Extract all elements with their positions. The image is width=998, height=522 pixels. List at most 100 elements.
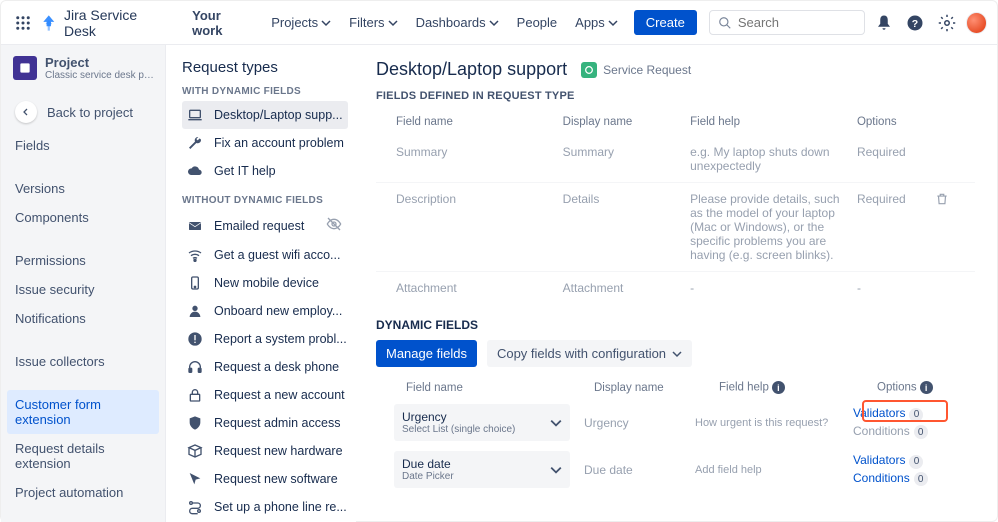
wifi-icon <box>186 247 204 263</box>
request-type-detail: Desktop/Laptop support Service Request F… <box>356 45 997 522</box>
chevron-down-icon <box>550 464 562 476</box>
request-type-item[interactable]: Request new hardware <box>182 437 348 465</box>
field-help: Please provide details, such as the mode… <box>690 192 857 262</box>
page-title: Desktop/Laptop support <box>376 59 567 80</box>
dyn-display-name: Urgency <box>570 416 695 430</box>
field-expand-box[interactable]: Due dateDate Picker <box>394 451 570 488</box>
col-field-name: Field name <box>396 116 563 128</box>
field-expand-box[interactable]: UrgencySelect List (single choice) <box>394 404 570 441</box>
sidebar-versions[interactable]: Versions <box>1 174 165 203</box>
dyn-field-help[interactable]: How urgent is this request? <box>695 417 853 429</box>
field-help: - <box>690 281 857 295</box>
request-type-item[interactable]: Request a desk phone <box>182 353 348 381</box>
request-type-item[interactable]: Get IT help <box>182 157 348 185</box>
nav-projects[interactable]: Projects <box>265 11 337 34</box>
service-request-badge: Service Request <box>581 62 691 78</box>
chevron-down-icon <box>672 349 682 359</box>
conditions-count: 0 <box>914 472 928 486</box>
request-type-item[interactable]: Request admin access <box>182 409 348 437</box>
wrench-icon <box>186 135 204 151</box>
back-arrow-icon <box>15 101 37 123</box>
sidebar-notifications[interactable]: Notifications <box>1 304 165 333</box>
validators-link[interactable]: Validators <box>853 406 905 420</box>
field-display-name: Attachment <box>563 281 690 295</box>
nav-filters[interactable]: Filters <box>343 11 403 34</box>
request-type-label: Request new hardware <box>214 444 343 458</box>
without-dynamic-caption: WITHOUT DYNAMIC FIELDS <box>182 195 348 206</box>
request-type-label: Request new software <box>214 472 338 486</box>
user-avatar[interactable] <box>966 12 988 34</box>
manage-fields-button[interactable]: Manage fields <box>376 340 477 367</box>
nav-dashboards[interactable]: Dashboards <box>410 11 505 34</box>
dyn-col-field-help: Field helpi <box>719 381 877 394</box>
request-type-label: Fix an account problem <box>214 136 344 150</box>
shield-icon <box>186 415 204 431</box>
settings-icon[interactable] <box>934 10 959 36</box>
request-types-list: Request types WITH DYNAMIC FIELDS Deskto… <box>166 45 356 522</box>
app-switcher-icon[interactable] <box>11 11 34 35</box>
field-name: Description <box>396 192 563 262</box>
request-type-item[interactable]: Get a guest wifi acco... <box>182 241 348 269</box>
request-type-label: Desktop/Laptop supp... <box>214 108 343 122</box>
sidebar-permissions[interactable]: Permissions <box>1 246 165 275</box>
sidebar-customer-form-extension[interactable]: Customer form extension <box>7 390 159 434</box>
validators-link[interactable]: Validators <box>853 453 905 467</box>
field-options: - <box>857 281 935 295</box>
with-dynamic-caption: WITH DYNAMIC FIELDS <box>182 86 348 97</box>
field-name: Summary <box>396 145 563 173</box>
alert-icon <box>186 331 204 347</box>
request-types-heading: Request types <box>182 59 348 76</box>
conditions-link[interactable]: Conditions <box>853 471 910 485</box>
create-button[interactable]: Create <box>634 10 697 35</box>
request-type-item[interactable]: Onboard new employ... <box>182 297 348 325</box>
info-icon[interactable]: i <box>920 381 933 394</box>
field-row: Attachment Attachment - - <box>376 271 975 304</box>
lock-icon <box>186 387 204 403</box>
info-icon[interactable]: i <box>772 381 785 394</box>
field-row: Description Details Please provide detai… <box>376 182 975 271</box>
search-input[interactable] <box>738 15 838 30</box>
sidebar-request-details-extension[interactable]: Request details extension <box>1 434 165 478</box>
dyn-display-name: Due date <box>570 463 695 477</box>
sidebar-fields[interactable]: Fields <box>1 131 165 160</box>
request-type-label: Report a system probl... <box>214 332 347 346</box>
dyn-field-help[interactable]: Add field help <box>695 464 853 476</box>
sidebar-issue-security[interactable]: Issue security <box>1 275 165 304</box>
back-to-project[interactable]: Back to project <box>1 93 165 131</box>
copy-fields-button[interactable]: Copy fields with configuration <box>487 340 692 367</box>
request-type-item[interactable]: Emailed request <box>182 210 348 241</box>
col-field-help: Field help <box>690 116 857 128</box>
svg-text:?: ? <box>912 17 918 29</box>
request-type-item[interactable]: New mobile device <box>182 269 348 297</box>
notifications-icon[interactable] <box>871 10 896 36</box>
nav-your-work[interactable]: Your work <box>186 4 259 42</box>
product-logo[interactable]: Jira Service Desk <box>40 7 170 39</box>
sidebar-components[interactable]: Components <box>1 203 165 232</box>
field-display-name: Details <box>563 192 690 262</box>
nav-people[interactable]: People <box>511 11 563 34</box>
search-box[interactable] <box>709 10 866 35</box>
request-type-item[interactable]: Request new software <box>182 465 348 493</box>
conditions-link[interactable]: Conditions <box>853 424 910 438</box>
request-type-label: Onboard new employ... <box>214 304 342 318</box>
project-icon <box>13 56 37 80</box>
request-type-label: Set up a phone line re... <box>214 500 347 514</box>
top-nav: Jira Service Desk Your work Projects Fil… <box>1 1 997 45</box>
help-icon[interactable]: ? <box>903 10 928 36</box>
request-type-item[interactable]: Request a new account <box>182 381 348 409</box>
delete-icon[interactable] <box>935 195 949 209</box>
request-type-item[interactable]: Desktop/Laptop supp... <box>182 101 348 129</box>
request-type-label: New mobile device <box>214 276 319 290</box>
request-type-item[interactable]: Report a system probl... <box>182 325 348 353</box>
request-type-label: Get a guest wifi acco... <box>214 248 340 262</box>
sidebar-issue-collectors[interactable]: Issue collectors <box>1 347 165 376</box>
request-type-item[interactable]: Set up a phone line re... <box>182 493 348 521</box>
user-icon <box>186 303 204 319</box>
sidebar-project-automation[interactable]: Project automation <box>1 478 165 507</box>
field-display-name: Summary <box>563 145 690 173</box>
request-type-item[interactable]: Fix an account problem <box>182 129 348 157</box>
box-icon <box>186 443 204 459</box>
nav-apps[interactable]: Apps <box>569 11 624 34</box>
cursor-icon <box>186 471 204 487</box>
request-type-label: Get IT help <box>214 164 276 178</box>
